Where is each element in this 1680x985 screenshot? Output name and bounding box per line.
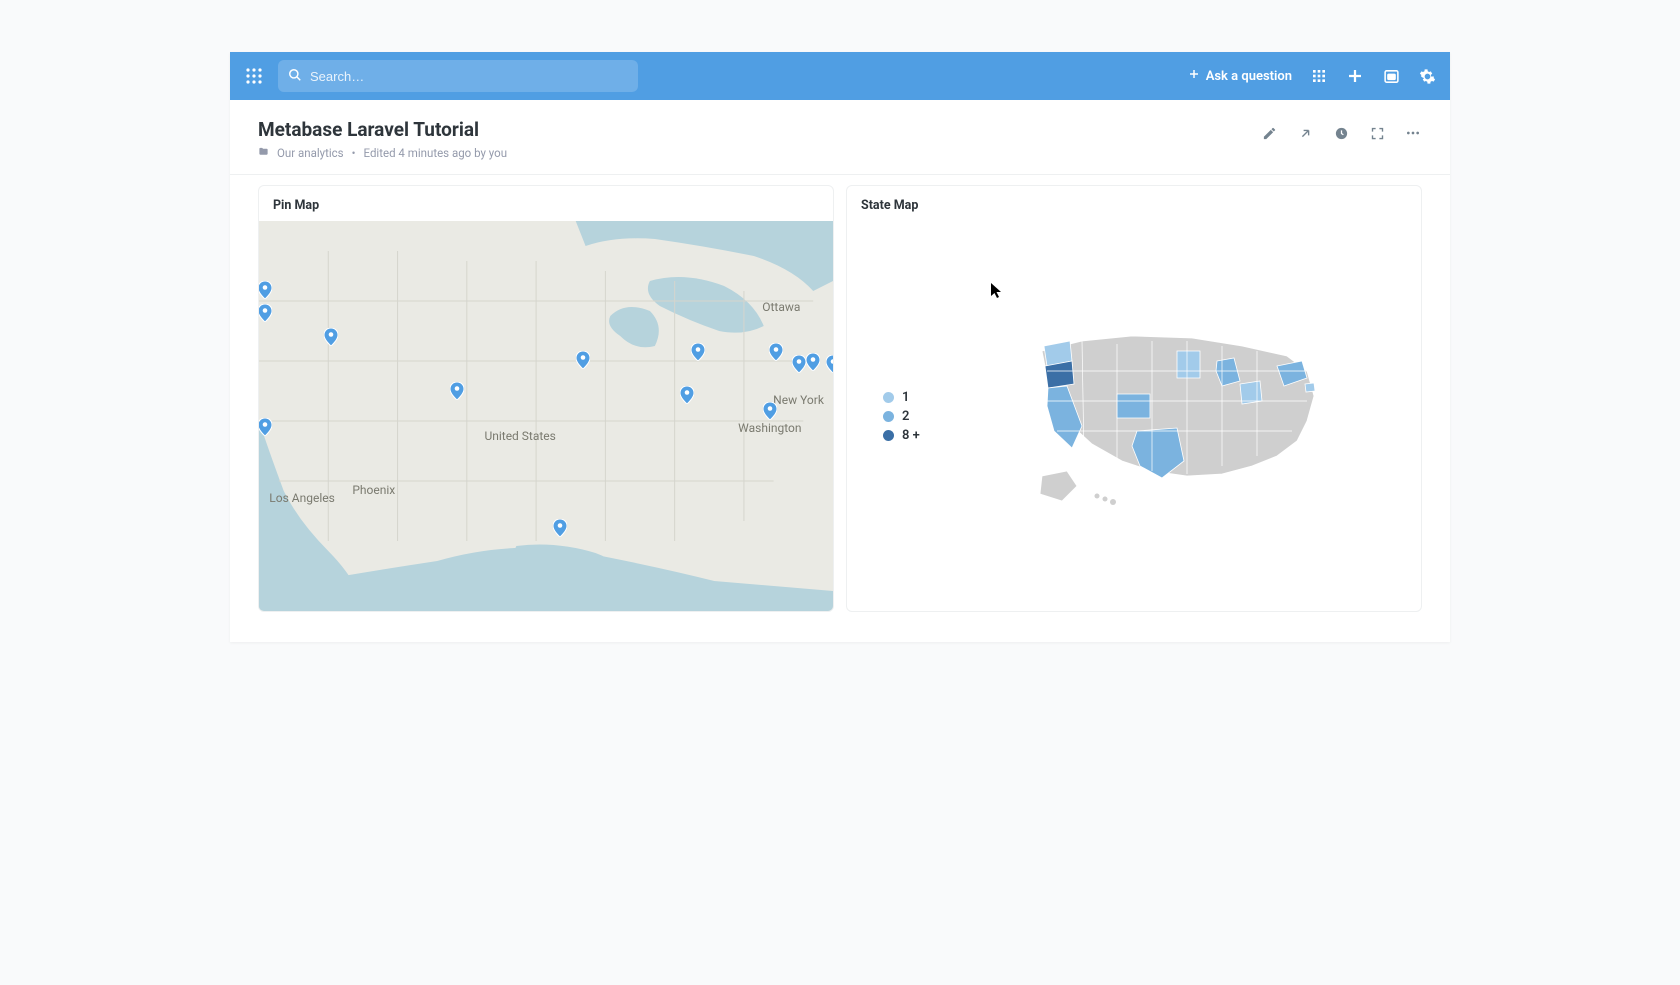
us-choropleth [960, 316, 1385, 516]
pin-map[interactable]: OttawaNew YorkWashingtonUnited StatesPho… [259, 221, 833, 611]
map-pin-icon[interactable] [792, 355, 806, 373]
legend-label: 8 + [902, 428, 920, 443]
map-pin-icon[interactable] [259, 281, 272, 299]
map-pin-icon[interactable] [680, 386, 694, 404]
legend: 1 2 8 + [883, 390, 920, 443]
edited-text: Edited 4 minutes ago by you [364, 146, 508, 160]
map-pin-icon[interactable] [769, 343, 783, 361]
legend-item: 1 [883, 390, 920, 405]
folder-icon [258, 146, 269, 160]
map-pin-icon[interactable] [806, 353, 820, 371]
ask-question-label: Ask a question [1206, 69, 1292, 84]
card-title: State Map [847, 186, 1421, 221]
app-window: Ask a question Metabase Laravel T [230, 52, 1450, 642]
map-pin-icon[interactable] [324, 328, 338, 346]
app-logo[interactable] [244, 66, 264, 86]
state-map[interactable]: 1 2 8 + [847, 221, 1421, 611]
topbar-actions: Ask a question [1188, 67, 1436, 85]
archive-icon[interactable] [1382, 67, 1400, 85]
cursor-icon [991, 283, 1003, 299]
map-pin-icon[interactable] [553, 519, 567, 537]
grid-icon[interactable] [1310, 67, 1328, 85]
plus-icon [1188, 68, 1200, 84]
search-input[interactable] [310, 69, 628, 84]
map-pin-icon[interactable] [450, 382, 464, 400]
clock-icon[interactable] [1332, 124, 1350, 142]
share-icon[interactable] [1296, 124, 1314, 142]
state-map-card: State Map 1 2 8 + [846, 185, 1422, 612]
map-pin-icon[interactable] [259, 418, 272, 436]
page-actions [1260, 118, 1422, 142]
legend-swatch [883, 392, 894, 403]
fullscreen-icon[interactable] [1368, 124, 1386, 142]
search-icon [288, 67, 302, 86]
search-bar[interactable] [278, 60, 638, 92]
collection-link[interactable]: Our analytics [277, 146, 344, 160]
page-title: Metabase Laravel Tutorial [258, 118, 507, 141]
map-pin-icon[interactable] [763, 402, 777, 420]
gear-icon[interactable] [1418, 67, 1436, 85]
topbar: Ask a question [230, 52, 1450, 100]
legend-label: 1 [902, 390, 909, 405]
map-pin-icon[interactable] [691, 343, 705, 361]
ask-question-button[interactable]: Ask a question [1188, 68, 1292, 84]
map-pin-icon[interactable] [259, 304, 272, 322]
pin-map-card: Pin Map [258, 185, 834, 612]
pencil-icon[interactable] [1260, 124, 1278, 142]
legend-swatch [883, 430, 894, 441]
legend-item: 2 [883, 409, 920, 424]
more-icon[interactable] [1404, 124, 1422, 142]
card-title: Pin Map [259, 186, 833, 221]
dashboard-grid: Pin Map [230, 175, 1450, 642]
breadcrumb: Our analytics • Edited 4 minutes ago by … [258, 146, 507, 160]
map-pin-icon[interactable] [576, 351, 590, 369]
legend-swatch [883, 411, 894, 422]
legend-item: 8 + [883, 428, 920, 443]
legend-label: 2 [902, 409, 909, 424]
page-header: Metabase Laravel Tutorial Our analytics … [230, 100, 1450, 175]
map-pin-icon[interactable] [826, 355, 833, 373]
add-icon[interactable] [1346, 67, 1364, 85]
